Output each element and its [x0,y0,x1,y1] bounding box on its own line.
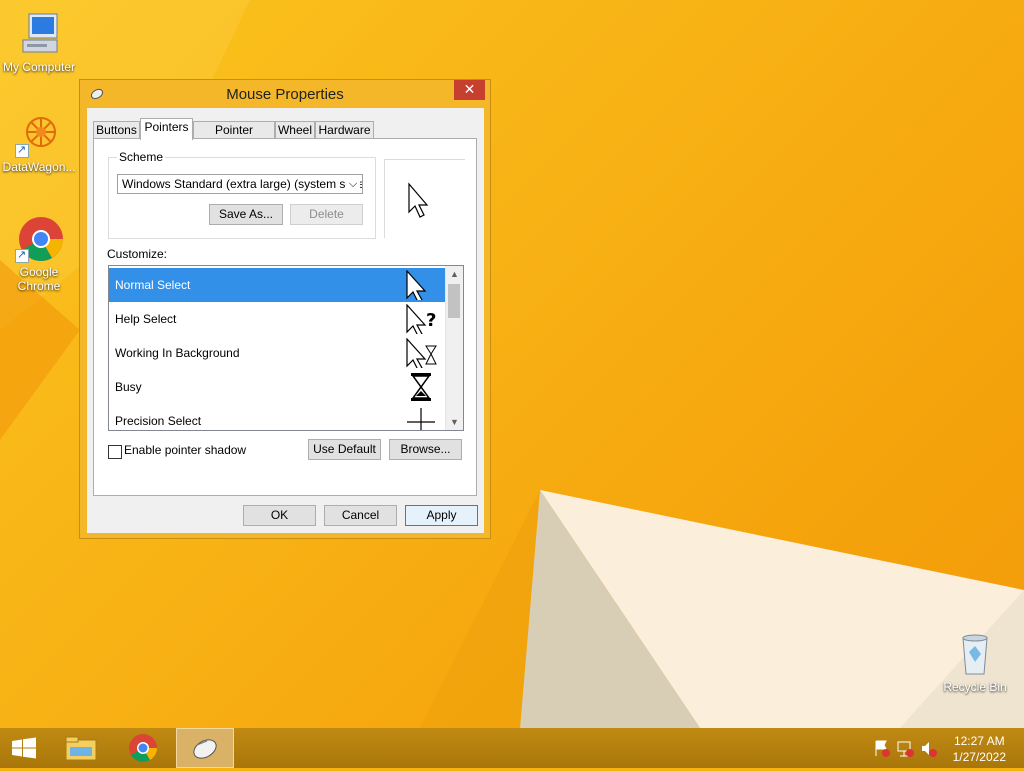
network-icon [897,741,914,757]
list-item[interactable]: Precision Select [109,404,445,430]
use-default-button[interactable]: Use Default [308,439,381,460]
datawagon-desktop-icon[interactable]: DataWagon... [0,110,78,174]
windows-logo-icon [12,737,36,759]
action-center-flag-icon [875,740,890,757]
browse-button[interactable]: Browse... [389,439,462,460]
desktop-icon-label: My Computer [2,60,76,74]
delete-button[interactable]: Delete [290,204,363,225]
list-item[interactable]: Normal Select [109,268,445,302]
cancel-button[interactable]: Cancel [324,505,397,526]
customize-label: Customize: [107,247,168,261]
chrome-icon [129,734,157,762]
scheme-dropdown[interactable]: Windows Standard (extra large) (system s… [117,174,363,194]
pointer-shadow-label: Enable pointer shadow [124,443,247,457]
recycle-bin-icon [962,634,988,675]
arrow-cursor-icon [408,182,429,218]
list-item[interactable]: Busy [109,370,445,404]
my-computer-desktop-icon[interactable]: My Computer [0,10,78,74]
scheme-legend: Scheme [117,150,166,164]
dialog-titlebar[interactable]: Mouse Properties ✕ [80,80,490,108]
mouse-icon [193,739,217,759]
list-item[interactable]: Help Select ? [109,302,445,336]
desktop-icon-label: Google Chrome [17,265,61,293]
computer-icon [22,13,58,53]
dialog-title: Mouse Properties [226,86,344,103]
shortcut-arrow-icon [15,143,29,158]
pointer-preview [384,159,465,238]
working-cursor-icon [406,338,437,368]
taskbar: 12:27 AM 1/27/2022 [0,728,1024,768]
scroll-thumb[interactable] [448,284,460,318]
crosshair-cursor-icon [407,408,435,430]
tab-hardware[interactable]: Hardware [315,121,374,138]
arrow-cursor-icon [406,270,427,300]
chrome-taskbar-button[interactable] [118,728,168,768]
pointer-shadow-checkbox[interactable] [108,445,122,459]
close-icon: ✕ [463,81,476,97]
recycle-bin-desktop-icon[interactable]: Recycle Bin [936,630,1014,694]
scroll-down-icon[interactable]: ▼ [446,414,463,430]
pointer-list[interactable]: Normal Select Help Select ? Working In B… [108,265,464,431]
list-scrollbar[interactable]: ▲ ▼ [445,266,463,430]
list-item[interactable]: Working In Background [109,336,445,370]
dialog-client: Buttons Pointers Pointer Options Wheel H… [87,108,484,533]
system-clock[interactable]: 12:27 AM 1/27/2022 [953,733,1006,765]
notification-area [870,728,940,768]
chevron-down-icon: ⌵ [346,175,360,193]
google-chrome-desktop-icon[interactable]: Google Chrome [0,215,78,293]
mouse-properties-dialog: Mouse Properties ✕ Buttons Pointers Poin… [79,79,491,539]
shortcut-arrow-icon [15,248,29,263]
clock-date: 1/27/2022 [952,750,1006,764]
hourglass-cursor-icon [411,373,431,401]
apply-button[interactable]: Apply [405,505,478,526]
tray-icons [875,740,937,757]
desktop-icon-label: DataWagon... [2,160,76,174]
scheme-selected-value: Windows Standard (extra large) (system s… [122,177,363,191]
folder-icon [65,736,97,761]
file-explorer-taskbar-button[interactable] [56,728,106,768]
tab-wheel[interactable]: Wheel [275,121,315,138]
volume-muted-icon [922,742,937,757]
scroll-up-icon[interactable]: ▲ [446,266,463,282]
tab-pointer-options[interactable]: Pointer Options [193,121,275,153]
svg-text:?: ? [426,310,436,331]
scheme-group: Scheme Windows Standard (extra large) (s… [108,150,376,239]
close-button[interactable]: ✕ [454,80,485,100]
desktop-icon-label: Recycle Bin [943,680,1007,694]
ok-button[interactable]: OK [243,505,316,526]
save-as-button[interactable]: Save As... [209,204,283,225]
help-cursor-icon: ? [406,304,436,334]
tab-pointers[interactable]: Pointers [140,118,193,140]
pointers-tab-panel: Scheme Windows Standard (extra large) (s… [93,138,477,496]
mouse-properties-taskbar-button[interactable] [176,728,234,768]
clock-time: 12:27 AM [953,734,1005,748]
start-button[interactable] [0,728,48,768]
tab-buttons[interactable]: Buttons [93,121,140,138]
